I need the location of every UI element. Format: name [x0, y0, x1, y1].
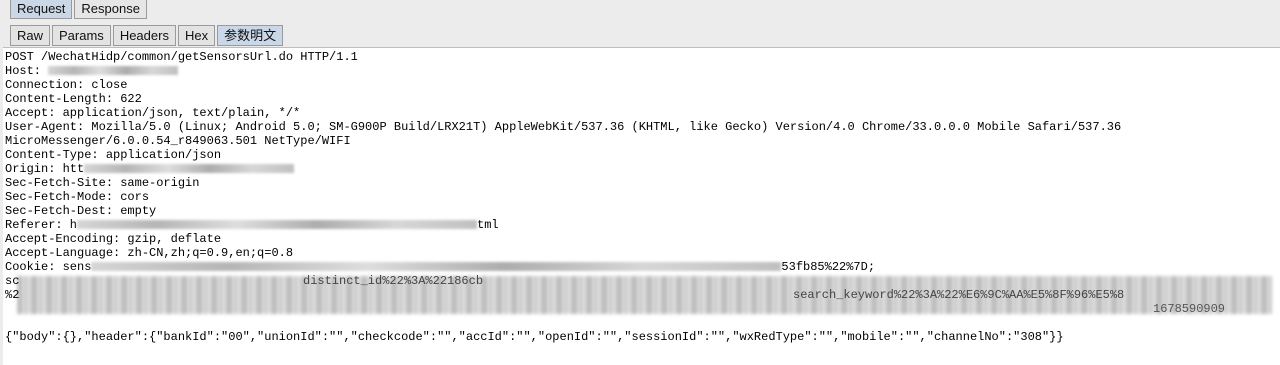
cookie-cont-2: %2 [5, 288, 20, 302]
tab-response[interactable]: Response [74, 0, 147, 19]
tab-params[interactable]: Params [52, 25, 111, 46]
redacted-host [48, 66, 179, 76]
header-cookie: Cookie: sens 53fb85%22%7D; [5, 260, 876, 274]
tab-request[interactable]: Request [10, 0, 73, 19]
header-host: Host: [5, 64, 179, 78]
cookie-cont-fragment: distinct_id%22%3A%22186cb [303, 274, 484, 288]
tab-headers[interactable]: Headers [112, 25, 176, 46]
redacted-cookie [91, 262, 782, 272]
header-sec-fetch-dest: Sec-Fetch-Dest: empty [5, 204, 157, 218]
header-origin: Origin: htt [5, 162, 295, 176]
tab-hex[interactable]: Hex [177, 25, 216, 46]
cookie-cont-number: 1678590909 [1153, 302, 1226, 316]
request-editor[interactable]: POST /WechatHidp/common/getSensorsUrl.do… [3, 47, 1280, 365]
header-user-agent: User-Agent: Mozilla/5.0 (Linux; Android … [5, 120, 1122, 134]
cookie-cont-1: sc [5, 274, 20, 288]
tab-plaintext-params[interactable]: 参数明文 [217, 25, 284, 46]
header-sec-fetch-site: Sec-Fetch-Site: same-origin [5, 176, 200, 190]
header-connection: Connection: close [5, 78, 128, 92]
request-body: {"body":{},"header":{"bankId":"00","unio… [5, 330, 1064, 344]
request-response-tabs: Request Response [10, 0, 147, 19]
tab-raw[interactable]: Raw [10, 25, 51, 46]
view-tabs: Raw Params Headers Hex 参数明文 [10, 25, 284, 46]
request-line: POST /WechatHidp/common/getSensorsUrl.do… [5, 50, 358, 64]
header-accept: Accept: application/json, text/plain, */… [5, 106, 301, 120]
redacted-referer [77, 220, 478, 230]
header-accept-language: Accept-Language: zh-CN,zh;q=0.9,en;q=0.8 [5, 246, 294, 260]
header-content-type: Content-Type: application/json [5, 148, 222, 162]
header-referer: Referer: h tml [5, 218, 499, 232]
redacted-origin [84, 164, 295, 174]
header-user-agent-cont: MicroMessenger/6.0.0.54_r849063.501 NetT… [5, 134, 351, 148]
cookie-cont-search: search_keyword%22%3A%22%E6%9C%AA%E5%8F%9… [793, 288, 1125, 302]
header-sec-fetch-mode: Sec-Fetch-Mode: cors [5, 190, 150, 204]
header-content-length: Content-Length: 622 [5, 92, 142, 106]
header-accept-encoding: Accept-Encoding: gzip, deflate [5, 232, 222, 246]
